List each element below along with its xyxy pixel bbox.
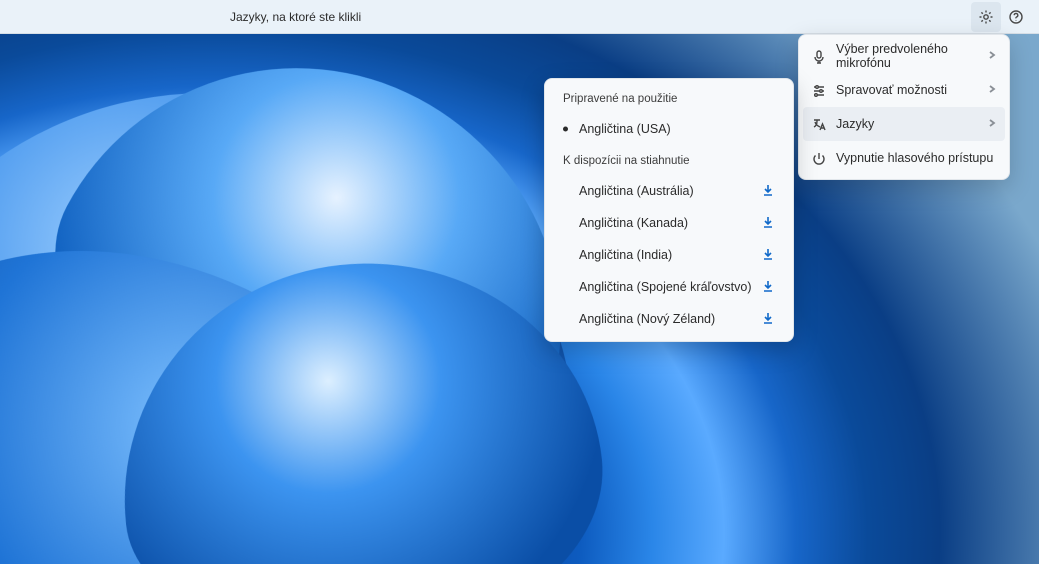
settings-item-label: Výber predvoleného mikrofónu	[836, 42, 977, 70]
settings-item-power[interactable]: Vypnutie hlasového prístupu	[803, 141, 1005, 175]
language-ready-item[interactable]: Angličtina (USA)	[551, 113, 787, 145]
language-download-item[interactable]: Angličtina (Austrália)	[551, 175, 787, 207]
language-item-label: Angličtina (Austrália)	[579, 184, 694, 198]
chevron-right-icon	[987, 83, 997, 97]
settings-menu: Výber predvoleného mikrofónu Spravovať mo…	[798, 34, 1010, 180]
language-item-label: Angličtina (Spojené kráľovstvo)	[579, 280, 751, 294]
chevron-right-icon	[987, 49, 997, 63]
settings-item-label: Spravovať možnosti	[836, 83, 947, 97]
help-button[interactable]	[1001, 2, 1031, 32]
top-bar: Jazyky, na ktoré ste klikli	[0, 0, 1039, 34]
settings-item-mic[interactable]: Výber predvoleného mikrofónu	[803, 39, 1005, 73]
help-icon	[1008, 9, 1024, 25]
bullet-icon	[563, 127, 568, 132]
download-icon[interactable]	[761, 311, 775, 328]
language-download-item[interactable]: Angličtina (India)	[551, 239, 787, 271]
power-icon	[811, 151, 826, 166]
sliders-icon	[811, 83, 826, 98]
language-item-label: Angličtina (Nový Zéland)	[579, 312, 715, 326]
chevron-right-icon	[987, 117, 997, 131]
language-item-label: Angličtina (Kanada)	[579, 216, 688, 230]
languages-submenu: Pripravené na použitie Angličtina (USA) K …	[544, 78, 794, 342]
section-ready-label: Pripravené na použitie	[551, 89, 787, 113]
download-icon[interactable]	[761, 215, 775, 232]
download-icon[interactable]	[761, 279, 775, 296]
topbar-title: Jazyky, na ktoré ste klikli	[230, 10, 971, 24]
language-download-item[interactable]: Angličtina (Kanada)	[551, 207, 787, 239]
download-icon[interactable]	[761, 247, 775, 264]
mic-icon	[811, 49, 826, 64]
download-icon[interactable]	[761, 183, 775, 200]
settings-item-sliders[interactable]: Spravovať možnosti	[803, 73, 1005, 107]
language-download-item[interactable]: Angličtina (Spojené kráľovstvo)	[551, 271, 787, 303]
gear-icon	[978, 9, 994, 25]
language-item-label: Angličtina (India)	[579, 248, 672, 262]
settings-item-label: Jazyky	[836, 117, 874, 131]
language-item-label: Angličtina (USA)	[579, 122, 671, 136]
settings-item-label: Vypnutie hlasového prístupu	[836, 151, 993, 165]
language-icon	[811, 117, 826, 132]
language-download-item[interactable]: Angličtina (Nový Zéland)	[551, 303, 787, 335]
settings-button[interactable]	[971, 2, 1001, 32]
section-download-label: K dispozícii na stiahnutie	[551, 145, 787, 175]
settings-item-language[interactable]: Jazyky	[803, 107, 1005, 141]
